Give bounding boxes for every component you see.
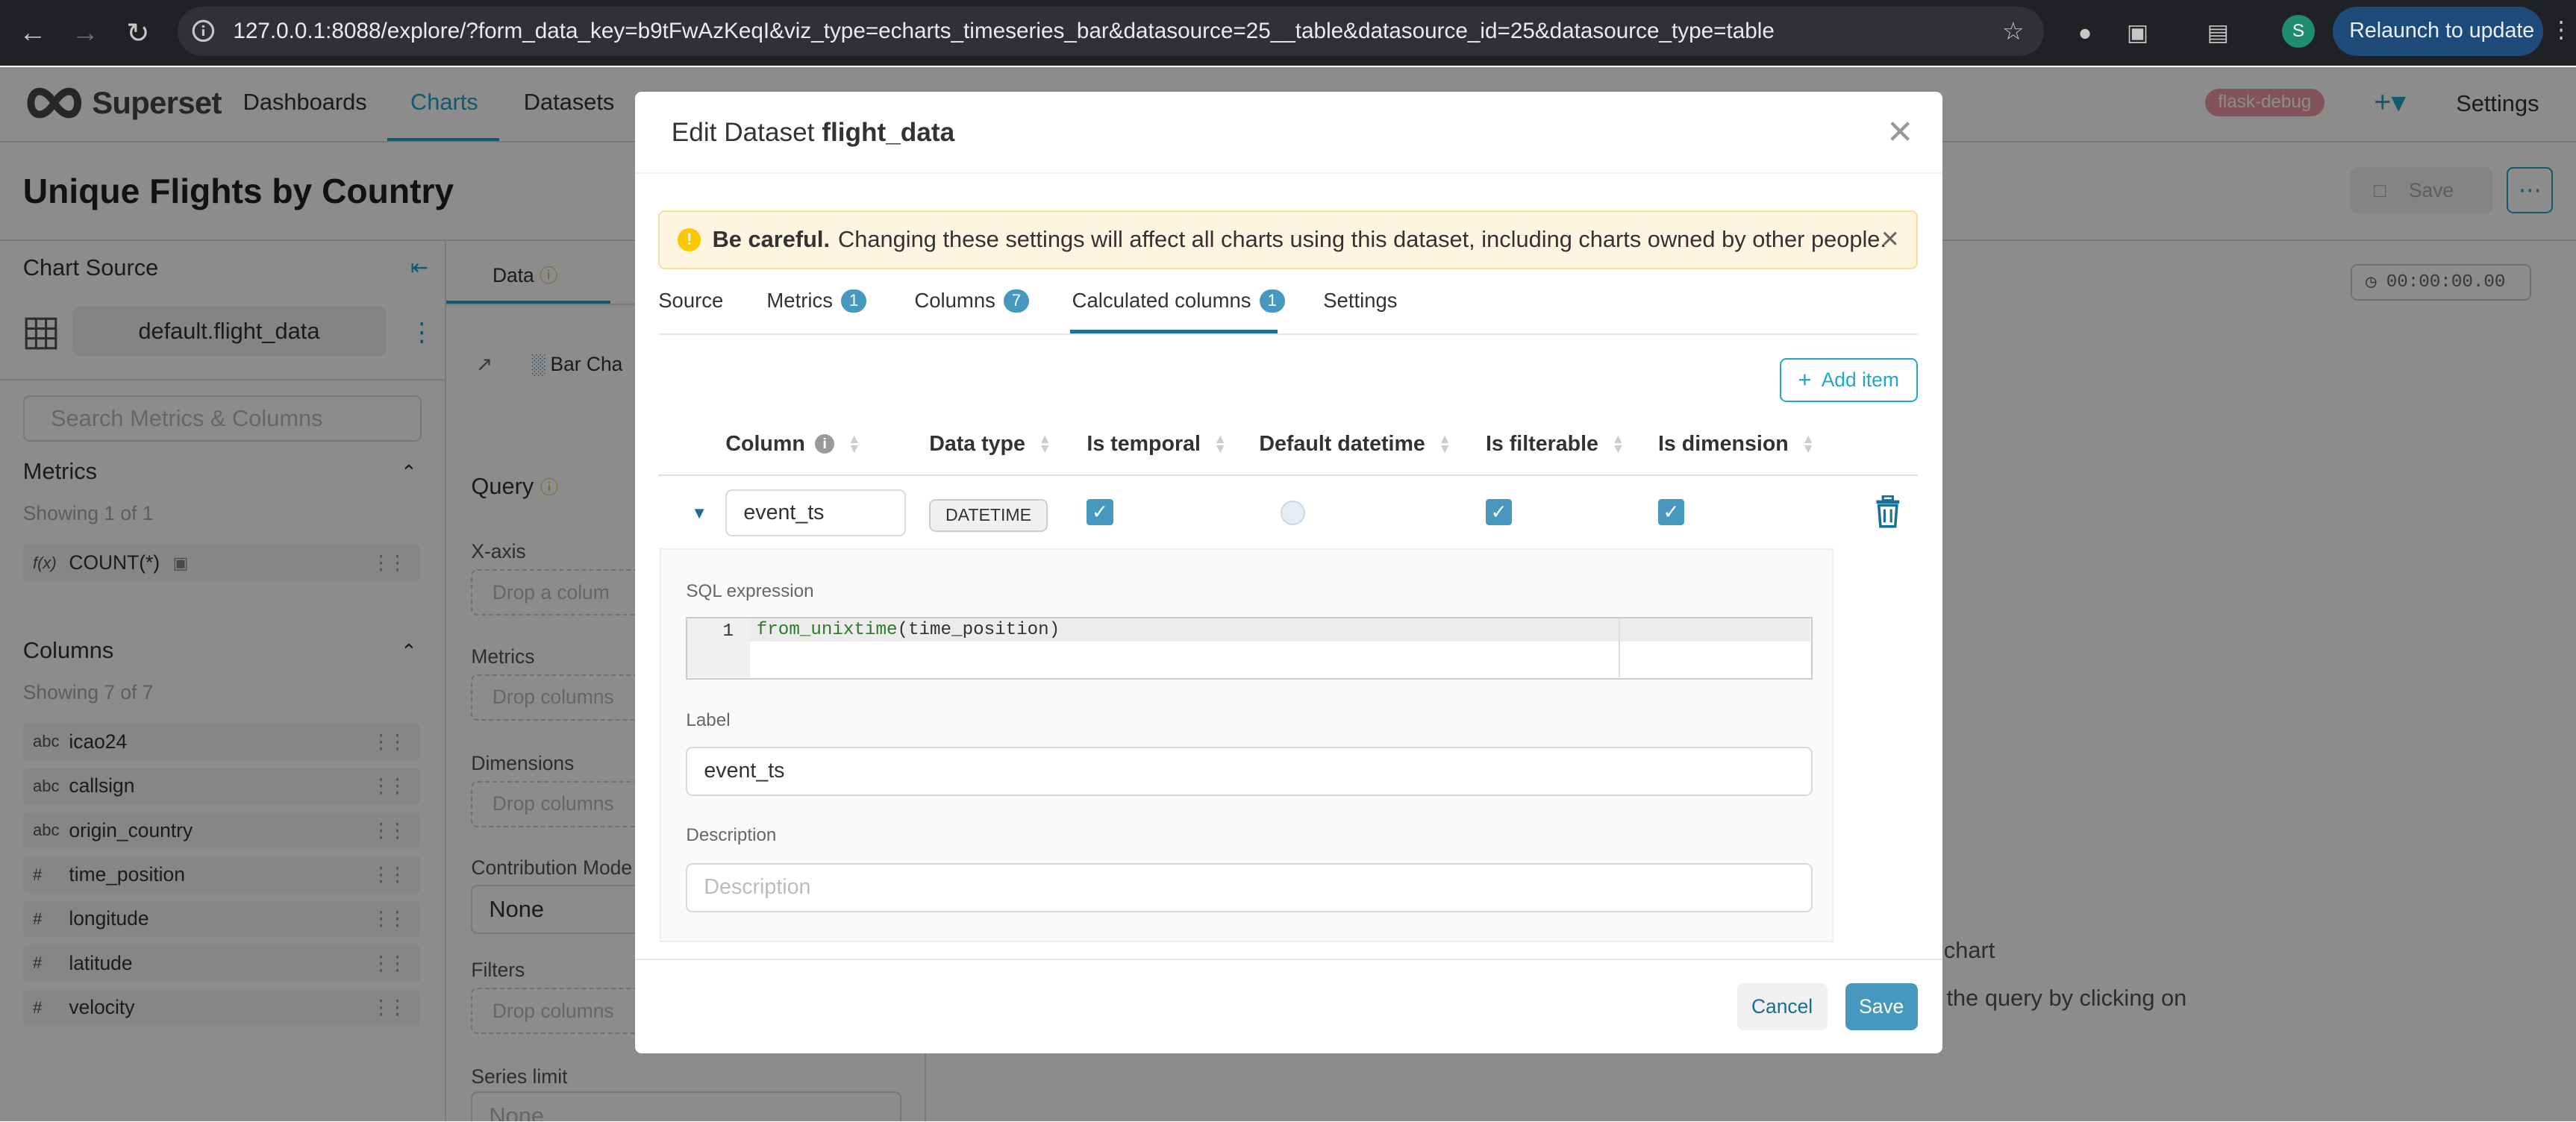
url-text: 127.0.0.1:8088/explore/?form_data_key=b9… [233, 18, 1775, 43]
warning-alert: ! Be careful. Changing these settings wi… [658, 210, 1918, 269]
save-button[interactable]: Save [1845, 982, 1918, 1031]
header-is-temporal-label: Is temporal [1087, 431, 1201, 456]
alert-text: Changing these settings will affect all … [838, 226, 1886, 253]
browser-menu-icon[interactable]: ⋮ [2550, 16, 2573, 43]
modal-title-dataset: flight_data [822, 118, 955, 148]
header-column[interactable]: Column i ▲ ▼ [725, 432, 860, 457]
active-tab-indicator [1070, 330, 1278, 333]
header-data-type-label: Data type [929, 431, 1025, 456]
header-column-label: Column [725, 431, 805, 456]
modal-header: Edit Dataset flight_data ✕ [635, 92, 1942, 175]
expanded-row-details: SQL expression 1 from_unixtime(time_posi… [660, 548, 1834, 942]
label-field-label: Label [686, 710, 731, 731]
alert-bold: Be careful. [712, 226, 831, 253]
tab-calculated-columns-badge: 1 [1259, 289, 1285, 313]
header-is-temporal[interactable]: Is temporal ▲ ▼ [1087, 432, 1227, 457]
tab-columns[interactable]: Columns 7 [914, 289, 1030, 313]
header-is-dimension-label: Is dimension [1657, 431, 1789, 456]
sort-icon[interactable]: ▲ ▼ [1039, 432, 1051, 455]
sort-icon[interactable]: ▲ ▼ [1214, 432, 1227, 455]
tab-metrics[interactable]: Metrics 1 [766, 289, 867, 313]
tab-columns-label: Columns [914, 289, 995, 313]
tab-metrics-badge: 1 [841, 289, 867, 313]
sort-icon[interactable]: ▲ ▼ [1438, 432, 1451, 455]
alert-close-icon[interactable]: ✕ [1881, 226, 1900, 253]
sql-code: from_unixtime(time_position) [757, 620, 1060, 640]
collapse-row-icon[interactable]: ▼ [691, 504, 707, 523]
tab-columns-badge: 7 [1003, 289, 1030, 313]
warning-icon: ! [678, 228, 701, 251]
modal-title: Edit Dataset flight_data [672, 118, 954, 148]
back-icon[interactable]: ← [7, 7, 59, 59]
info-icon: i [814, 433, 835, 454]
reload-icon[interactable]: ↻ [112, 7, 164, 59]
puzzle-icon[interactable]: ▣ [2119, 15, 2155, 51]
add-item-button[interactable]: + Add item [1779, 357, 1918, 402]
extension-icon[interactable]: ● [2067, 15, 2103, 51]
tab-metrics-label: Metrics [766, 289, 833, 313]
header-default-datetime-label: Default datetime [1259, 431, 1425, 456]
sort-icon[interactable]: ▲ ▼ [1801, 432, 1814, 455]
relaunch-button[interactable]: Relaunch to update [2333, 6, 2543, 56]
table-header: Column i ▲ ▼ Data type ▲ ▼ Is temporal ▲ ▼ Defa… [658, 417, 1918, 476]
close-icon[interactable]: ✕ [1886, 113, 1914, 151]
sql-expression-editor[interactable]: 1 from_unixtime(time_position) [686, 616, 1813, 680]
header-is-dimension[interactable]: Is dimension ▲ ▼ [1658, 432, 1815, 457]
profile-avatar[interactable]: S [2282, 14, 2315, 48]
modal-tabs: Source Metrics 1 Columns 7 Calculated colu… [658, 289, 1918, 335]
data-type-tag: DATETIME [929, 498, 1048, 532]
add-item-label: Add item [1821, 368, 1899, 391]
default-datetime-radio[interactable] [1280, 500, 1305, 525]
sort-icon[interactable]: ▲ ▼ [848, 432, 860, 455]
header-default-datetime[interactable]: Default datetime ▲ ▼ [1259, 432, 1451, 457]
column-name-input[interactable]: event_ts [725, 489, 907, 537]
is-temporal-checkbox[interactable]: ✓ [1087, 498, 1113, 525]
sql-arg: (time_position) [897, 620, 1060, 641]
modal-footer: Cancel Save [635, 958, 1942, 1054]
tab-settings-label: Settings [1323, 289, 1398, 313]
sort-icon[interactable]: ▲ ▼ [1612, 432, 1625, 455]
tab-settings[interactable]: Settings [1323, 289, 1397, 313]
is-dimension-checkbox[interactable]: ✓ [1657, 498, 1685, 525]
address-bar[interactable]: 127.0.0.1:8088/explore/?form_data_key=b9… [177, 6, 2044, 56]
media-icon[interactable]: ▤ [2200, 15, 2236, 51]
tab-calculated-columns[interactable]: Calculated columns 1 [1072, 289, 1285, 313]
header-data-type[interactable]: Data type ▲ ▼ [929, 432, 1051, 457]
label-input[interactable]: event_ts [686, 746, 1813, 796]
print-margin [1618, 618, 1620, 678]
description-field-label: Description [686, 825, 777, 846]
trash-icon[interactable] [1873, 495, 1903, 528]
table-row: ▼ event_ts DATETIME ✓ ✓ ✓ [658, 479, 1917, 551]
modal-title-prefix: Edit Dataset [671, 118, 815, 148]
bookmark-star-icon[interactable]: ☆ [2002, 16, 2025, 46]
is-filterable-checkbox[interactable]: ✓ [1485, 498, 1513, 525]
plus-icon: + [1798, 366, 1812, 393]
sql-expression-label: SQL expression [686, 580, 814, 601]
description-input[interactable]: Description [686, 862, 1813, 912]
cancel-button[interactable]: Cancel [1736, 982, 1828, 1031]
forward-icon[interactable]: → [59, 7, 111, 59]
site-info-icon[interactable] [181, 8, 227, 54]
tab-calculated-columns-label: Calculated columns [1072, 289, 1251, 313]
edit-dataset-modal: Edit Dataset flight_data ✕ ! Be careful.… [635, 92, 1942, 1054]
browser-toolbar: ← → ↻ 127.0.0.1:8088/explore/?form_data_… [0, 0, 2576, 66]
tab-source[interactable]: Source [658, 289, 723, 313]
line-number: 1 [687, 618, 750, 678]
header-is-filterable-label: Is filterable [1485, 431, 1598, 456]
header-is-filterable[interactable]: Is filterable ▲ ▼ [1486, 432, 1625, 457]
sql-fn: from_unixtime [756, 620, 898, 641]
tab-source-label: Source [658, 289, 724, 313]
screen: ← → ↻ 127.0.0.1:8088/explore/?form_data_… [0, 0, 2576, 1121]
